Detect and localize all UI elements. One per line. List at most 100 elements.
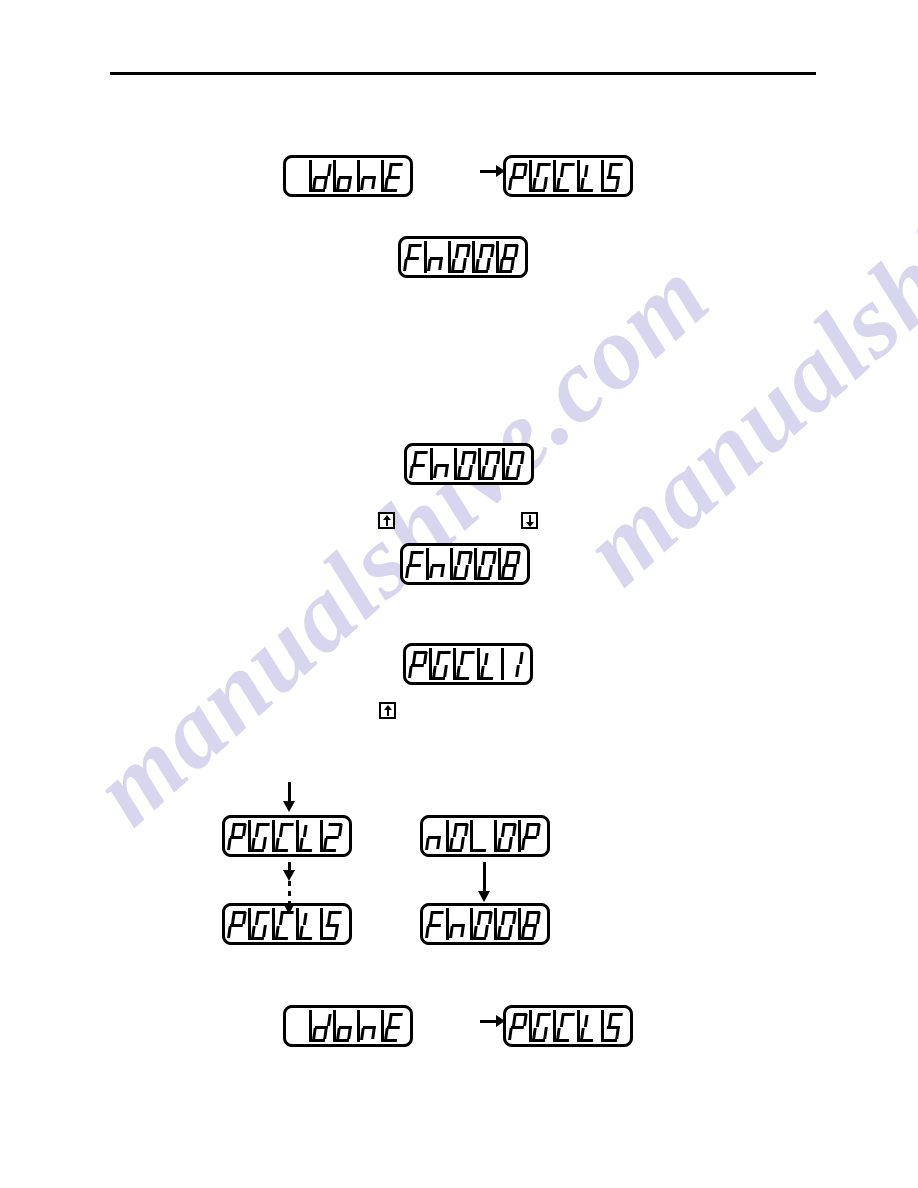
lcd-segment-d (479, 677, 494, 680)
lcd-digit (520, 908, 545, 940)
watermark: manualshive.com manualshive.com (0, 0, 918, 1188)
lcd-segment-f (454, 246, 460, 258)
lcd-digit (433, 448, 457, 480)
lcd-digit (322, 820, 347, 852)
lcd-digit (479, 648, 504, 680)
lcd-segment-e (408, 666, 413, 678)
lcd-display (283, 1005, 413, 1047)
lcd-segment-g (314, 1026, 328, 1029)
lcd-segment-d (274, 937, 289, 940)
keycap-up-icon[interactable] (379, 702, 396, 719)
lcd-segment-e (403, 259, 408, 271)
flow-arrow-down (283, 862, 295, 914)
lcd-digit (474, 241, 499, 273)
lcd-segment-b (514, 245, 519, 257)
lcd-segment-f (500, 825, 506, 837)
lcd-segment-d (383, 1039, 398, 1042)
keycap-down-icon[interactable] (521, 512, 538, 529)
lcd-segment-b (327, 164, 332, 176)
lcd-segment-e (508, 1028, 513, 1040)
arrow-head (496, 165, 505, 177)
lcd-display (503, 155, 633, 197)
lcd-segment-f (484, 453, 490, 465)
lcd-segment-d (455, 677, 470, 680)
lcd-segment-d (298, 937, 313, 940)
arrow-head (283, 801, 295, 812)
lcd-digit (360, 160, 384, 192)
lcd-digit (288, 1010, 312, 1042)
arrow-head (283, 903, 295, 914)
lcd-segment-b (327, 1014, 332, 1026)
lcd-digit (427, 241, 451, 273)
lcd-segment-e (429, 566, 434, 578)
lcd-segment-f (508, 453, 514, 465)
lcd-segment-d (298, 849, 313, 852)
lcd-segment-f (480, 553, 486, 565)
lcd-segment-b (338, 824, 343, 836)
lcd-segment-c (484, 925, 489, 937)
lcd-digit (531, 160, 556, 192)
lcd-digit (521, 820, 545, 852)
lcd-segment-e (521, 838, 526, 850)
lcd-segment-e (449, 926, 454, 938)
lcd-digit (504, 648, 528, 680)
lcd-segment-b (492, 552, 497, 564)
arrow-shaft (482, 862, 486, 891)
lcd-digit (311, 160, 336, 192)
lcd-segment-e (360, 1028, 365, 1040)
lcd-segment-b (523, 1014, 528, 1026)
lcd-digit (311, 1010, 336, 1042)
lcd-display (420, 815, 550, 857)
lcd-segment-f (278, 913, 284, 925)
lcd-segment-f (483, 653, 489, 665)
lcd-segment-d (322, 849, 337, 852)
lcd-segment-d (383, 189, 398, 192)
lcd-segment-e (360, 178, 365, 190)
lcd-segment-g (429, 257, 443, 260)
lcd-segment-d (555, 1039, 570, 1042)
lcd-segment-e (433, 466, 438, 478)
lcd-segment-b (520, 452, 525, 464)
lcd-digit (496, 820, 521, 852)
lcd-digit (298, 908, 323, 940)
arrow-head (383, 515, 391, 520)
lcd-segment-b (242, 824, 247, 836)
lcd-digit (579, 1010, 604, 1042)
lcd-digit (579, 160, 604, 192)
arrow-shaft (287, 862, 291, 870)
lcd-display (283, 155, 413, 197)
arrow-shaft-dashed (287, 881, 291, 903)
keycap-up-icon[interactable] (378, 512, 395, 529)
lcd-segment-e (227, 838, 232, 850)
lcd-digit (335, 160, 360, 192)
lcd-segment-f (456, 553, 462, 565)
lcd-segment-c (262, 925, 267, 937)
lcd-digit (472, 908, 497, 940)
arrow-head (384, 705, 392, 710)
lcd-segment-f (278, 825, 284, 837)
lcd-digit (476, 548, 501, 580)
header-rule (110, 72, 816, 75)
lcd-segment-c (543, 1027, 548, 1039)
lcd-segment-c (508, 837, 513, 849)
lcd-segment-b (464, 824, 469, 836)
lcd-segment-e (508, 178, 513, 190)
lcd-segment-c (462, 258, 467, 270)
lcd-segment-b (536, 824, 541, 836)
lcd-digit (508, 160, 532, 192)
lcd-segment-b (242, 912, 247, 924)
lcd-digit (425, 820, 449, 852)
lcd-segment-d (579, 1039, 594, 1042)
lcd-digit (288, 160, 312, 192)
arrow-shaft (287, 782, 291, 801)
lcd-segment-d (250, 937, 265, 940)
lcd-segment-d (322, 937, 337, 940)
lcd-digit (456, 448, 481, 480)
lcd-segment-b (496, 452, 501, 464)
lcd-segment-g (451, 924, 465, 927)
lcd-digit (472, 820, 497, 852)
arrow-head (496, 1015, 505, 1027)
lcd-segment-e (425, 926, 430, 938)
lcd-digit (480, 448, 505, 480)
lcd-segment-b (536, 912, 541, 924)
